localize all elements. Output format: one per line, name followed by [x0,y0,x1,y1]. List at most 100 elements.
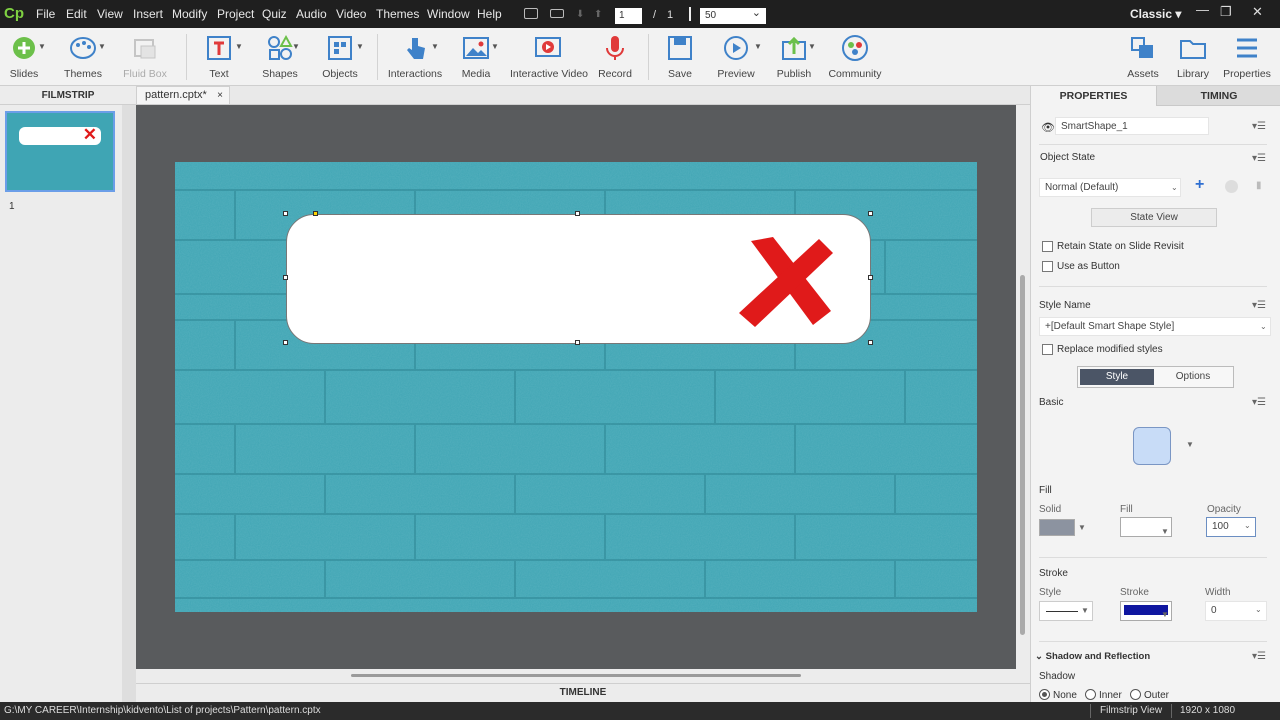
stage-vertical-scrollbar[interactable] [1016,105,1030,669]
retain-state-checkbox[interactable] [1042,241,1053,252]
style-name-select[interactable]: +[Default Smart Shape Style] [1039,317,1271,336]
object-state-select[interactable]: Normal (Default) [1039,178,1181,197]
tab-timing[interactable]: TIMING [1156,86,1280,106]
arrow-down-icon[interactable]: ⬇ [576,9,584,20]
preview-button[interactable]: ▼ Preview [714,28,762,86]
shadow-outer-radio[interactable] [1130,689,1141,700]
fluid-box-button[interactable]: Fluid Box [118,28,172,86]
community-label: Community [828,68,882,80]
library-button[interactable]: Library [1173,28,1213,86]
slide-canvas[interactable] [175,162,977,612]
themes-button[interactable]: ▼ Themes [58,28,108,86]
close-tab-icon[interactable]: × [217,90,223,101]
slide-thumbnail[interactable]: ✕ [5,111,115,192]
panel-menu-icon[interactable]: ▾☰ [1252,121,1266,132]
interactions-button[interactable]: ▼ Interactions [387,28,443,86]
subtab-options[interactable]: Options [1156,369,1230,385]
comment-icon[interactable] [524,8,538,19]
menu-window[interactable]: Window [427,7,470,21]
menu-audio[interactable]: Audio [296,7,327,21]
shadow-none-radio[interactable] [1039,689,1050,700]
text-button[interactable]: ▼ Text [198,28,243,86]
object-name-field[interactable]: SmartShape_1 [1055,117,1209,135]
panel-menu-icon[interactable]: ▾☰ [1252,397,1266,408]
workspace-label: Classic [1130,7,1173,21]
current-slide-input[interactable]: 1 [615,8,642,24]
use-as-button-checkbox[interactable] [1042,261,1053,272]
publish-button[interactable]: ▼ Publish [774,28,816,86]
basic-title: Basic [1039,397,1064,408]
chevron-down-icon: ▼ [235,42,243,51]
minimize-button[interactable]: — [1196,2,1209,17]
stage-horizontal-scrollbar[interactable] [136,669,1030,683]
menu-edit[interactable]: Edit [66,7,87,21]
panel-menu-icon[interactable]: ▾☰ [1252,651,1266,662]
shadow-none-label: None [1053,690,1077,701]
shadow-label: Shadow [1039,671,1076,682]
interactive-video-label: Interactive Video [510,68,589,80]
timeline-toggle[interactable]: TIMELINE [136,683,1030,702]
record-button[interactable]: Record [596,28,634,86]
state-refresh-icon[interactable] [1225,180,1238,193]
shadow-section-toggle[interactable]: ⌄ Shadow and Reflection [1035,651,1150,662]
chevron-down-icon: ▼ [431,42,439,51]
menu-modify[interactable]: Modify [172,7,207,21]
stroke-title: Stroke [1039,568,1068,579]
subtab-style[interactable]: Style [1080,369,1154,385]
arrow-up-icon[interactable]: ⬆ [594,9,602,20]
chevron-down-icon[interactable]: ▼ [1186,440,1194,449]
assets-button[interactable]: Assets [1124,28,1162,86]
divider [1039,641,1267,642]
menu-file[interactable]: File [36,7,55,21]
menu-video[interactable]: Video [336,7,366,21]
shadow-inner-radio[interactable] [1085,689,1096,700]
menu-insert[interactable]: Insert [133,7,163,21]
properties-button[interactable]: Properties [1222,28,1272,86]
add-state-icon[interactable]: + [1195,176,1204,194]
fill-type-label: Solid [1039,504,1062,515]
selection-handles[interactable] [283,211,873,345]
tab-properties[interactable]: PROPERTIES [1031,86,1156,106]
maximize-button[interactable]: ❐ [1220,4,1232,20]
add-slide-icon [13,37,35,59]
workspace-switcher[interactable]: Classic ▾ [1130,7,1181,21]
save-button[interactable]: Save [662,28,698,86]
state-view-button[interactable]: State View [1091,208,1217,227]
mail-icon[interactable] [550,9,564,18]
menu-quiz[interactable]: Quiz [262,7,287,21]
slides-button[interactable]: ▼ Slides [2,28,46,86]
basic-style-swatch[interactable] [1133,427,1171,465]
document-tab[interactable]: pattern.cptx* × [136,86,230,105]
zoom-select[interactable]: 50 [700,6,766,24]
eye-icon[interactable]: 👁 [1041,121,1055,134]
divider [1171,704,1172,718]
filmstrip-scrollbar[interactable] [122,105,136,702]
filmstrip-header: FILMSTRIP [0,86,136,105]
toolbar-divider [377,34,378,80]
chevron-down-icon[interactable]: ▼ [1078,523,1086,532]
menu-project[interactable]: Project [217,7,254,21]
objects-label: Objects [322,68,358,80]
close-button[interactable]: ✕ [1252,4,1263,20]
objects-button[interactable]: ▼ Objects [318,28,364,86]
menu-help[interactable]: Help [477,7,502,21]
interactive-video-button[interactable]: Interactive Video [510,28,589,86]
media-label: Media [461,68,491,80]
retain-state-label: Retain State on Slide Revisit [1057,241,1184,252]
replace-modified-checkbox[interactable] [1042,344,1053,355]
trash-icon[interactable]: ▮ [1256,180,1262,191]
chevron-down-icon: ▼ [1081,606,1089,615]
scroll-thumb[interactable] [1020,275,1025,635]
panel-menu-icon[interactable]: ▾☰ [1252,300,1266,311]
panel-menu-icon[interactable]: ▾☰ [1252,153,1266,164]
shapes-button[interactable]: ▼ Shapes [258,28,302,86]
slide-number: 1 [9,201,15,212]
media-button[interactable]: ▼ Media [456,28,499,86]
fill-type-swatch[interactable] [1039,519,1075,536]
fluid-box-icon [134,39,156,59]
community-button[interactable]: Community [828,28,882,86]
slide-separator: / [653,9,657,21]
menu-themes[interactable]: Themes [376,7,419,21]
scroll-thumb[interactable] [351,674,801,677]
menu-view[interactable]: View [97,7,123,21]
